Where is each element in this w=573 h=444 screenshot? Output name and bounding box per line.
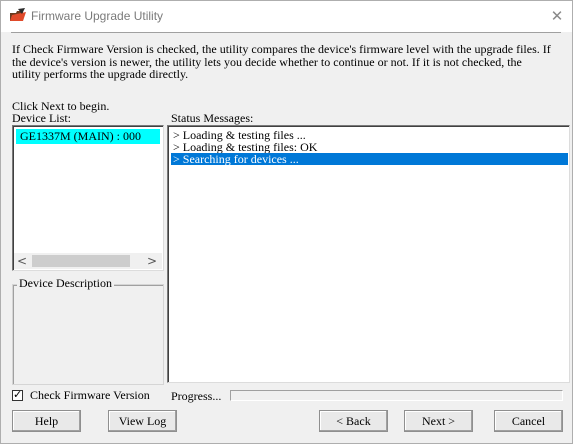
info-text: If Check Firmware Version is checked, th… [12, 42, 551, 81]
device-list-item[interactable]: GE1337M (MAIN) : 000 [16, 129, 160, 144]
device-description-group: Device Description [12, 276, 164, 385]
device-list[interactable]: GE1337M (MAIN) : 000 < > [12, 125, 164, 271]
status-messages-label: Status Messages: [171, 111, 254, 125]
next-button[interactable]: Next > [404, 410, 473, 432]
check-firmware-label[interactable]: Check Firmware Version [30, 388, 150, 403]
check-firmware-checkbox[interactable]: ✓ [12, 387, 23, 401]
view-log-button[interactable]: View Log [108, 410, 177, 432]
firmware-upgrade-window: Firmware Upgrade Utility ✕ If Check Firm… [0, 0, 573, 444]
back-button[interactable]: < Back [319, 410, 388, 432]
cancel-button[interactable]: Cancel [494, 410, 563, 432]
top-divider [11, 32, 561, 33]
device-description-label: Device Description [17, 276, 114, 291]
device-list-label: Device List: [12, 111, 71, 125]
check-firmware-option[interactable]: ✓ Check Firmware Version [12, 387, 150, 403]
status-line-selected[interactable]: > Searching for devices ... [171, 153, 568, 165]
scrollbar-thumb[interactable] [32, 255, 130, 267]
device-list-scrollbar[interactable]: < > [14, 253, 162, 269]
scroll-right-icon[interactable]: > [147, 253, 157, 269]
firmware-folder-icon [10, 8, 26, 21]
scroll-left-icon[interactable]: < [17, 253, 27, 269]
checkmark-icon: ✓ [13, 387, 23, 401]
help-button[interactable]: Help [12, 410, 81, 432]
window-title: Firmware Upgrade Utility [31, 9, 164, 23]
title-bar[interactable]: Firmware Upgrade Utility ✕ [1, 1, 572, 32]
close-button[interactable]: ✕ [548, 7, 566, 25]
progress-label: Progress... [171, 389, 222, 403]
progress-bar [230, 390, 563, 401]
status-messages-list[interactable]: > Loading & testing files ... > Loading … [167, 125, 570, 383]
